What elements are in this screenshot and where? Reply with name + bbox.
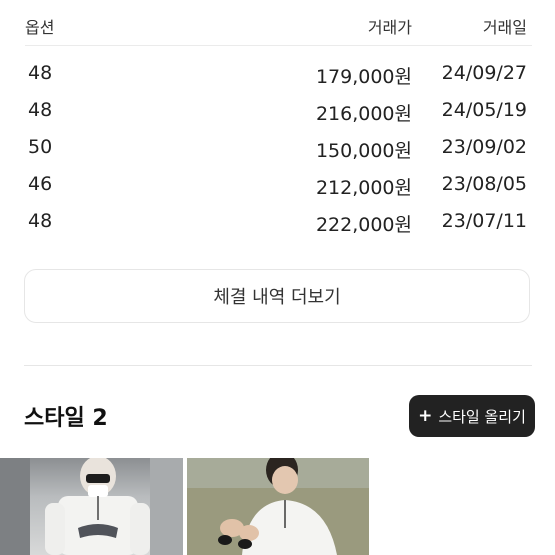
upload-style-button[interactable]: + 스타일 올리기	[409, 395, 535, 437]
trade-date: 24/09/27	[441, 62, 527, 84]
more-trades-button[interactable]: 체결 내역 더보기	[24, 269, 530, 323]
header-price: 거래가	[367, 18, 412, 37]
style-photo-thumbnail[interactable]	[187, 458, 369, 555]
trade-option: 48	[28, 62, 53, 84]
trade-option: 50	[28, 136, 53, 158]
trade-row: 50 150,000원 23/09/02	[0, 130, 555, 167]
trade-date: 23/07/11	[441, 210, 527, 232]
trade-row: 48 222,000원 23/07/11	[0, 204, 555, 241]
trade-date: 23/08/05	[441, 173, 527, 195]
trade-date: 24/05/19	[441, 99, 527, 121]
style-photo-thumbnail[interactable]	[0, 458, 183, 555]
trade-table-header: 옵션 거래가 거래일	[0, 0, 555, 44]
plus-icon: +	[418, 406, 433, 426]
style-section-title: 스타일 2	[24, 406, 108, 431]
header-option: 옵션	[25, 18, 55, 37]
trade-price: 222,000원	[315, 214, 412, 236]
trade-option: 48	[28, 210, 53, 232]
trade-row: 46 212,000원 23/08/05	[0, 167, 555, 204]
upload-style-label: 스타일 올리기	[438, 407, 526, 426]
header-divider	[25, 45, 532, 46]
trade-price: 216,000원	[315, 103, 412, 125]
header-date: 거래일	[482, 18, 527, 37]
trade-option: 46	[28, 173, 53, 195]
style-photo-image	[187, 458, 369, 555]
trade-option: 48	[28, 99, 53, 121]
trade-list: 48 179,000원 24/09/27 48 216,000원 24/05/1…	[0, 56, 555, 241]
section-divider	[24, 365, 532, 366]
trade-row: 48 179,000원 24/09/27	[0, 56, 555, 93]
trade-price: 150,000원	[315, 140, 412, 162]
style-photo-image	[0, 458, 183, 555]
trade-row: 48 216,000원 24/05/19	[0, 93, 555, 130]
trade-price: 179,000원	[315, 66, 412, 88]
trade-price: 212,000원	[315, 177, 412, 199]
trade-date: 23/09/02	[441, 136, 527, 158]
